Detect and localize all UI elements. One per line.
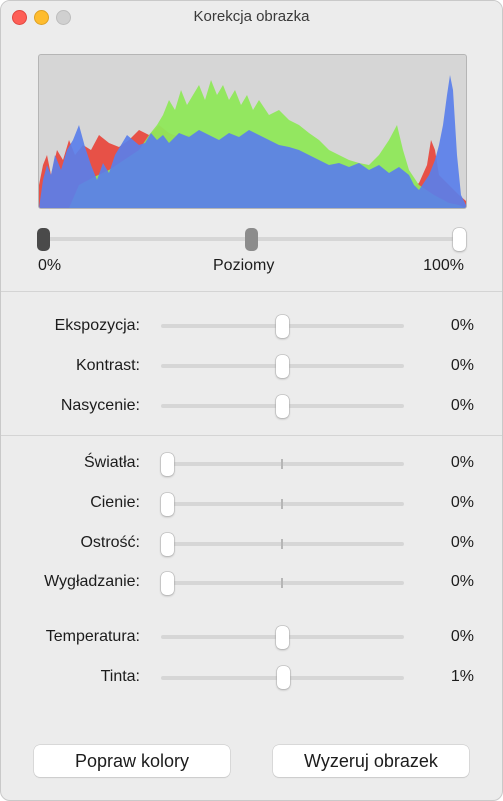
auto-colors-button[interactable]: Popraw kolory xyxy=(34,745,230,777)
levels-midtone-handle[interactable] xyxy=(245,228,258,251)
shadows-center-tick xyxy=(281,499,283,509)
saturation-label: Nasycenie: xyxy=(60,397,140,414)
window-title: Korekcja obrazka xyxy=(193,8,310,25)
contrast-slider-handle[interactable] xyxy=(276,355,289,378)
shadows-label: Cienie: xyxy=(90,494,140,511)
levels-black-point-handle[interactable] xyxy=(37,228,50,251)
highlights-center-tick xyxy=(281,459,283,469)
shadows-value: 0% xyxy=(450,494,474,511)
smoothing-center-tick xyxy=(281,578,283,588)
smoothing-value: 0% xyxy=(450,573,474,590)
highlights-slider-handle[interactable] xyxy=(161,453,174,476)
exposure-value: 0% xyxy=(450,317,474,334)
histogram xyxy=(38,54,467,209)
sharpness-slider-handle[interactable] xyxy=(161,533,174,556)
exposure-label: Ekspozycja: xyxy=(54,317,140,334)
tint-slider-handle[interactable] xyxy=(277,666,290,689)
tint-label: Tinta: xyxy=(100,668,140,685)
exposure-slider-handle[interactable] xyxy=(276,315,289,338)
sharpness-center-tick xyxy=(281,539,283,549)
levels-white-point-handle[interactable] xyxy=(453,228,466,251)
levels-label: Poziomy xyxy=(213,257,275,274)
histogram-graph xyxy=(39,75,466,208)
temperature-slider-handle[interactable] xyxy=(276,626,289,649)
tint-value: 1% xyxy=(450,668,474,685)
smoothing-slider-handle[interactable] xyxy=(161,572,174,595)
shadows-slider-handle[interactable] xyxy=(161,493,174,516)
sharpness-value: 0% xyxy=(450,534,474,551)
contrast-value: 0% xyxy=(450,357,474,374)
saturation-slider-handle[interactable] xyxy=(276,395,289,418)
temperature-label: Temperatura: xyxy=(45,628,140,645)
highlights-label: Światła: xyxy=(83,454,140,471)
temperature-value: 0% xyxy=(450,628,474,645)
levels-min-label: 0% xyxy=(38,257,62,274)
title-bar: Korekcja obrazka xyxy=(1,1,502,33)
separator xyxy=(1,291,502,292)
reset-image-button[interactable]: Wyzeruj obrazek xyxy=(273,745,469,777)
contrast-label: Kontrast: xyxy=(75,357,140,374)
saturation-value: 0% xyxy=(450,397,474,414)
smoothing-label: Wygładzanie: xyxy=(44,573,140,590)
highlights-value: 0% xyxy=(450,454,474,471)
separator xyxy=(1,435,502,436)
levels-max-label: 100% xyxy=(423,257,464,274)
sharpness-label: Ostrość: xyxy=(80,534,140,551)
image-adjust-window: Korekcja obrazka 0% Poziomy 100% Ekspozy… xyxy=(0,0,503,801)
